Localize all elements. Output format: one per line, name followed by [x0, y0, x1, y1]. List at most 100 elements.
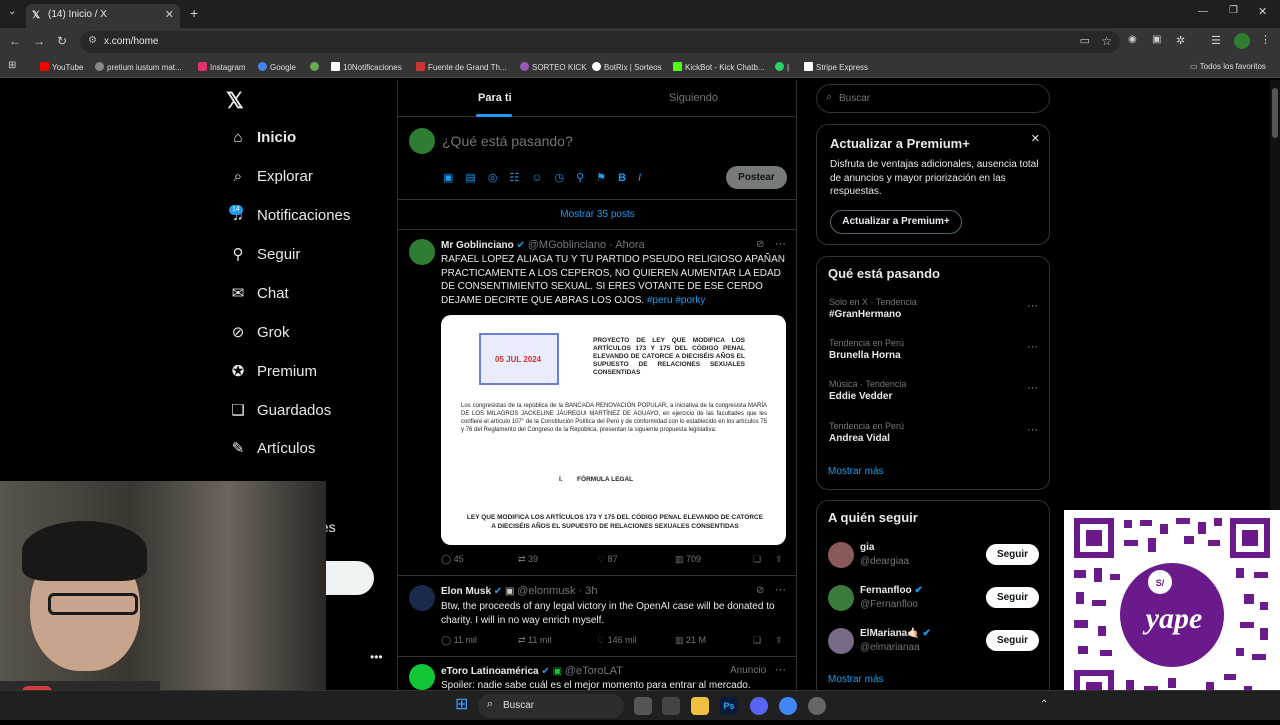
- trend-item[interactable]: Tendencia en Perú Brunella Horna ⋯: [829, 338, 1044, 361]
- gif-icon[interactable]: ▤: [465, 172, 487, 184]
- author-avatar[interactable]: [409, 239, 435, 265]
- bookmark-pretium[interactable]: pretium iustum mat...: [95, 62, 182, 72]
- repost-button[interactable]: ⇄ 11 mil: [518, 635, 551, 646]
- bookmark-sorteo-kick[interactable]: SORTEO KICK: [520, 62, 587, 72]
- like-button[interactable]: ♡ 87: [597, 554, 618, 565]
- chevron-up-icon[interactable]: ⌃: [1040, 699, 1048, 710]
- bold-icon[interactable]: B: [618, 172, 638, 184]
- compose-input[interactable]: ¿Qué está pasando?: [442, 133, 573, 149]
- author-avatar[interactable]: [409, 585, 435, 611]
- author-name[interactable]: eToro Latinoamérica: [441, 666, 539, 677]
- more-icon[interactable]: ⋯: [1027, 423, 1038, 436]
- emoji-icon[interactable]: ☺: [531, 172, 554, 184]
- share-icon[interactable]: ⇪: [775, 554, 783, 565]
- forward-icon[interactable]: →: [33, 34, 45, 48]
- new-tab-button[interactable]: +: [190, 5, 198, 21]
- more-icon[interactable]: ⋯: [775, 237, 786, 250]
- more-icon[interactable]: ⋯: [775, 583, 786, 596]
- close-icon[interactable]: ✕: [1031, 132, 1040, 145]
- minimize-button[interactable]: —: [1198, 6, 1208, 17]
- show-posts-link[interactable]: Mostrar 35 posts: [398, 199, 797, 230]
- obs-icon[interactable]: [808, 697, 826, 715]
- reply-button[interactable]: ◯ 11 mil: [441, 635, 477, 646]
- more-icon[interactable]: ⋯: [1027, 340, 1038, 353]
- user-avatar[interactable]: [409, 128, 435, 154]
- url-field[interactable]: ⚙ x.com/home ☆ ▭: [80, 31, 1120, 53]
- trend-item[interactable]: Música · Tendencia Eddie Vedder ⋯: [829, 379, 1044, 402]
- hashtags[interactable]: #peru #porky: [647, 295, 705, 306]
- nav-item-articles[interactable]: ✎ Artículos: [227, 437, 316, 461]
- follow-button[interactable]: Seguir: [986, 544, 1039, 565]
- photoshop-icon[interactable]: Ps: [720, 697, 738, 715]
- bookmark-botrix[interactable]: BotRix | Sorteos: [592, 62, 662, 72]
- search-input[interactable]: ⌕ Buscar: [816, 84, 1050, 113]
- discord-icon[interactable]: [750, 697, 768, 715]
- follow-button[interactable]: Seguir: [986, 630, 1039, 651]
- poll-icon[interactable]: ☷: [509, 172, 531, 184]
- bookmark-10notificaciones[interactable]: 10Notificaciones: [331, 62, 402, 72]
- windows-start-icon[interactable]: ⊞: [455, 697, 471, 713]
- show-more-link[interactable]: Mostrar más: [828, 466, 884, 477]
- suggestion-name[interactable]: ElMariana🤙🏻 ✔: [860, 628, 931, 639]
- author-handle[interactable]: @elonmusk · 3h: [517, 585, 597, 597]
- browser-tab[interactable]: 𝕏 (14) Inicio / X ✕: [26, 4, 180, 28]
- file-explorer-icon[interactable]: [691, 697, 709, 715]
- grok-icon[interactable]: ⊘: [756, 239, 764, 250]
- nav-item-notifications[interactable]: ♫ Notificaciones 14: [227, 204, 350, 228]
- bookmark-instagram[interactable]: Instagram: [198, 62, 246, 72]
- profile-avatar[interactable]: [1234, 33, 1250, 49]
- author-name[interactable]: Mr Goblinciano: [441, 240, 514, 251]
- scrollbar-thumb[interactable]: [1272, 88, 1278, 138]
- extension-icon-2[interactable]: ▣: [1152, 34, 1161, 45]
- suggestion-name[interactable]: gia: [860, 542, 874, 553]
- bookmark-google[interactable]: Google: [258, 62, 296, 72]
- post[interactable]: Mr Goblinciano ✔ @MGoblinciano · Ahora ⊘…: [398, 231, 797, 576]
- app-icon[interactable]: [662, 697, 680, 715]
- author-handle[interactable]: @eToroLAT: [565, 665, 623, 677]
- tab-following[interactable]: Siguiendo: [669, 92, 718, 104]
- bookmark-kickbot[interactable]: KickBot - Kick Chatb...: [673, 62, 765, 72]
- nav-item-bookmarks[interactable]: ❑ Guardados: [227, 399, 331, 423]
- star-icon[interactable]: ☆: [1101, 34, 1112, 48]
- more-icon[interactable]: ⋯: [1027, 381, 1038, 394]
- more-icon[interactable]: ⋯: [1027, 299, 1038, 312]
- bookmark-leaf[interactable]: [310, 62, 322, 72]
- flag-icon[interactable]: ⚑: [596, 172, 618, 184]
- post-button[interactable]: Postear: [726, 166, 787, 189]
- follow-suggestion[interactable]: ElMariana🤙🏻 ✔ @elmarianaa Seguir: [828, 627, 1040, 657]
- bookmark-gta-font[interactable]: Fuente de Grand Th...: [416, 62, 507, 72]
- extension-icon[interactable]: ◉: [1128, 34, 1137, 45]
- account-menu-icon[interactable]: •••: [370, 650, 383, 664]
- back-icon[interactable]: ←: [9, 34, 21, 48]
- author-handle[interactable]: @MGoblinciano · Ahora: [528, 239, 645, 251]
- bookmark-icon[interactable]: ❑: [753, 554, 761, 565]
- nav-item-follow[interactable]: ⚲ Seguir: [227, 243, 301, 267]
- bookmark-icon[interactable]: ❑: [753, 635, 761, 646]
- schedule-icon[interactable]: ◷: [555, 172, 577, 184]
- bookmark-whatsapp[interactable]: |: [775, 62, 789, 72]
- post-ad[interactable]: eToro Latinoamérica ✔ ▣ @eToroLAT Anunci…: [398, 658, 797, 690]
- cast-icon[interactable]: ▭: [1080, 34, 1090, 47]
- taskbar-search[interactable]: ⌕ Buscar: [478, 694, 624, 718]
- bookmark-youtube[interactable]: YouTube: [40, 62, 83, 72]
- apps-grid-icon[interactable]: ⊞: [8, 60, 16, 71]
- all-bookmarks[interactable]: ▭ Todos los favoritos: [1190, 62, 1266, 71]
- side-panel-icon[interactable]: ☰: [1211, 34, 1221, 47]
- grok-compose-icon[interactable]: ◎: [488, 172, 510, 184]
- avatar[interactable]: [828, 585, 854, 611]
- task-view-icon[interactable]: [634, 697, 652, 715]
- avatar[interactable]: [828, 628, 854, 654]
- chrome-icon[interactable]: [779, 697, 797, 715]
- repost-button[interactable]: ⇄ 39: [518, 554, 538, 565]
- nav-item-grok[interactable]: ⊘ Grok: [227, 321, 290, 345]
- trend-item[interactable]: Tendencia en Perú Andrea Vidal ⋯: [829, 421, 1044, 444]
- image-icon[interactable]: ▣: [443, 172, 465, 184]
- reply-button[interactable]: ◯ 45: [441, 554, 464, 565]
- tab-search-button[interactable]: ⌄: [8, 6, 16, 17]
- reload-icon[interactable]: ↻: [57, 34, 67, 48]
- more-icon[interactable]: ⋯: [775, 663, 786, 676]
- location-icon[interactable]: ⚲: [576, 172, 596, 184]
- menu-icon[interactable]: ⋮: [1260, 33, 1271, 46]
- upgrade-premium-button[interactable]: Actualizar a Premium+: [830, 210, 962, 234]
- close-window-button[interactable]: ✕: [1258, 5, 1267, 18]
